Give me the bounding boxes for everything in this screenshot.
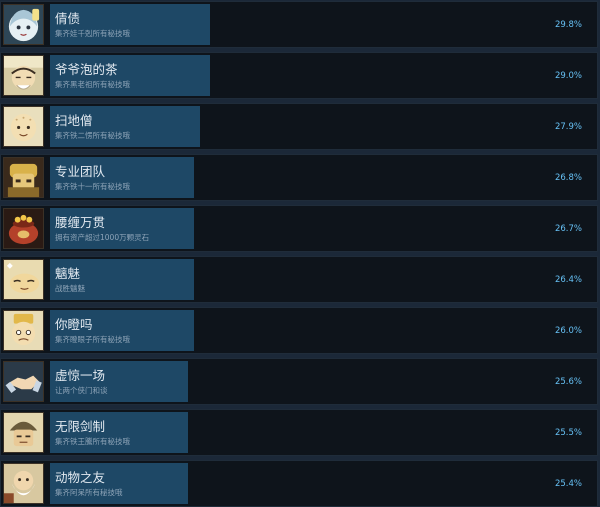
unlock-percent: 26.7% xyxy=(554,224,582,234)
unlock-percent: 26.4% xyxy=(554,275,582,285)
unlock-percent: 26.0% xyxy=(554,326,582,336)
achievement-title: 魑魅 xyxy=(55,266,81,281)
golden-warrior-icon xyxy=(3,157,44,198)
unlock-percent: 29.8% xyxy=(554,20,582,30)
achievement-row[interactable]: 你瞪吗 集齐瞪眼子所有秘技哦 26.0% xyxy=(0,307,598,354)
achievement-row[interactable]: 虚惊一场 让两个侠门和谈 25.6% xyxy=(0,358,598,405)
achievement-title: 虚惊一场 xyxy=(55,368,106,383)
achievement-description: 集齐铁十一所有秘技哦 xyxy=(55,182,130,191)
achievement-row[interactable]: 动物之友 集齐阿呆所有秘技哦 25.4% xyxy=(0,460,598,507)
old-man-icon xyxy=(3,55,44,96)
achievement-row[interactable]: 扫地僧 集齐铁二愣所有秘技哦 27.9% xyxy=(0,103,598,150)
unlock-percent: 26.8% xyxy=(554,173,582,183)
achievement-title: 倩债 xyxy=(55,11,81,26)
achievement-description: 拥有资产超过1000万颗灵石 xyxy=(55,233,150,242)
unlock-percent: 25.4% xyxy=(554,479,582,489)
bearded-elder-icon xyxy=(3,463,44,504)
achievement-row[interactable]: 倩债 集齐娃千剋所有秘技哦 29.8% xyxy=(0,1,598,48)
achievement-description: 集齐瞪眼子所有秘技哦 xyxy=(55,335,130,344)
unlock-percent: 25.6% xyxy=(554,377,582,387)
achievement-description: 集齐阿呆所有秘技哦 xyxy=(55,488,123,497)
achievement-row[interactable]: 无限剑制 集齐铁王騰所有秘技哦 25.5% xyxy=(0,409,598,456)
crowned-face-icon xyxy=(3,310,44,351)
achievement-title: 腰缠万贯 xyxy=(55,215,106,230)
achievement-description: 集齐黑老祖所有秘技哦 xyxy=(55,80,130,89)
achievement-title: 扫地僧 xyxy=(55,113,93,128)
treasure-pot-icon xyxy=(3,208,44,249)
achievement-description: 战胜魑魅 xyxy=(55,284,85,293)
achievement-list: 倩债 集齐娃千剋所有秘技哦 29.8% 爷爷泡的茶 集齐黑老祖所有秘技哦 29.… xyxy=(0,0,600,507)
achievement-row[interactable]: 魑魅 战胜魑魅 26.4% xyxy=(0,256,598,303)
achievement-description: 让两个侠门和谈 xyxy=(55,386,108,395)
achievement-title: 爷爷泡的茶 xyxy=(55,62,118,77)
achievement-row[interactable]: 腰缠万贯 拥有资产超过1000万颗灵石 26.7% xyxy=(0,205,598,252)
achievement-row[interactable]: 爷爷泡的茶 集齐黑老祖所有秘技哦 29.0% xyxy=(0,52,598,99)
achievement-description: 集齐铁王騰所有秘技哦 xyxy=(55,437,130,446)
unlock-percent: 29.0% xyxy=(554,71,582,81)
sleeping-creature-icon xyxy=(3,259,44,300)
ghost-girl-icon xyxy=(3,4,44,45)
unlock-percent: 27.9% xyxy=(554,122,582,132)
achievement-title: 动物之友 xyxy=(55,470,106,485)
achievement-row[interactable]: 专业团队 集齐铁十一所有秘技哦 26.8% xyxy=(0,154,598,201)
achievement-description: 集齐娃千剋所有秘技哦 xyxy=(55,29,130,38)
bald-monk-icon xyxy=(3,106,44,147)
handshake-icon xyxy=(3,361,44,402)
unlock-percent: 25.5% xyxy=(554,428,582,438)
helmet-warrior-icon xyxy=(3,412,44,453)
achievement-title: 专业团队 xyxy=(55,164,106,179)
achievement-description: 集齐铁二愣所有秘技哦 xyxy=(55,131,130,140)
achievement-title: 无限剑制 xyxy=(55,419,106,434)
achievement-title: 你瞪吗 xyxy=(55,317,93,332)
